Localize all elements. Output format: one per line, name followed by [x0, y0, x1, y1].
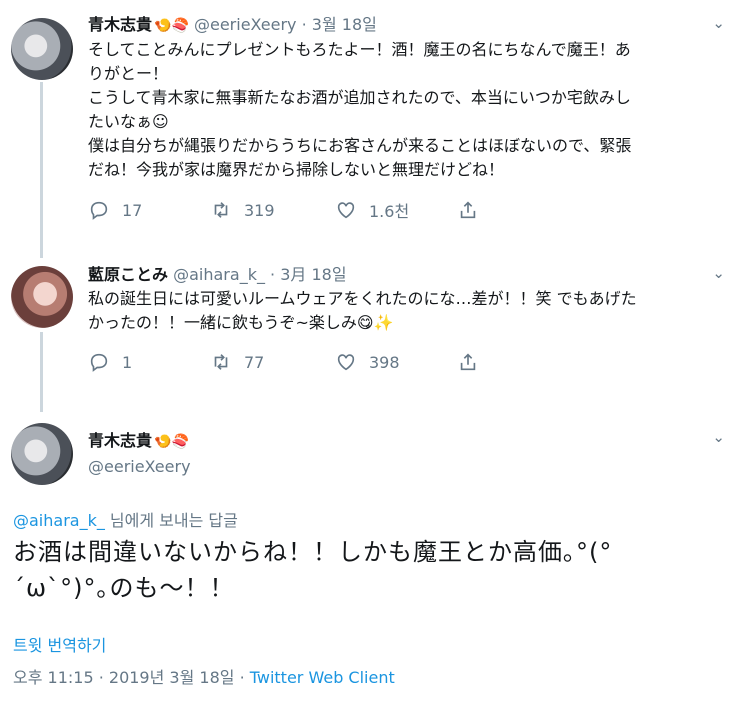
like-icon: [337, 354, 355, 371]
chevron-down-icon[interactable]: ⌄: [712, 14, 725, 32]
user-name-row: 青木志貴 🍤🍣: [88, 430, 189, 453]
translate-link[interactable]: 트윗 번역하기: [13, 632, 106, 656]
tweet: 藍原ことみ @aihara_k_ · 3月 18일 ⌄ 私の誕生日には可愛いルー…: [88, 264, 725, 373]
reply-suffix: 님에게 보내는 답글: [104, 511, 238, 530]
reply-context: @aihara_k_ 님에게 보내는 답글: [13, 507, 238, 531]
like-count: 398: [369, 352, 400, 372]
separator: ·: [301, 15, 307, 34]
like-icon: [337, 202, 355, 219]
name-emojis: 🍤🍣: [154, 434, 189, 450]
tweet-text: 私の誕生日には可愛いルームウェアをくれたのにな…差が！！笑 でもあげた かったの…: [88, 287, 725, 335]
reply-count: 1: [122, 352, 133, 372]
reply-count: 17: [122, 200, 143, 220]
chevron-down-icon[interactable]: ⌄: [712, 428, 725, 446]
user-handle[interactable]: @eerieXeery: [194, 15, 297, 34]
text-line: ´ω`°)°｡のも～！！: [13, 574, 235, 602]
reply-handle-link[interactable]: @aihara_k_: [13, 511, 105, 530]
tweet-text: お酒は間違いないからね！！しかも魔王とか高価｡°(° ´ω`°)°｡のも～！！: [13, 534, 738, 606]
tweet-date[interactable]: 3월 18일: [312, 15, 377, 34]
reply-button[interactable]: 1: [88, 351, 210, 373]
tweet-actions: 1 77 398: [88, 351, 725, 373]
tweet-meta: 오후 11:15 · 2019년 3월 18일 · Twitter Web Cl…: [13, 664, 395, 688]
chevron-down-icon[interactable]: ⌄: [712, 264, 725, 282]
text-line: お酒は間違いないからね！！しかも魔王とか高価｡°(°: [13, 538, 613, 566]
text-line: 僕は自分ちが縄張りだからうちにお客さんが来ることはほぼないので、緊張: [88, 136, 632, 155]
text-line: こうして青木家に無事新たなお酒が追加されたので、本当にいつか宅飲みし: [88, 88, 631, 107]
retweet-count: 77: [244, 352, 265, 372]
text-line: そしてことみんにプレゼントもろたよー！酒！魔王の名にちなんで魔王！あ: [88, 40, 631, 59]
tweet: 青木志貴 🍤🍣 @eerieXeery · 3월 18일 ⌄ そしてことみんにプレ…: [88, 14, 725, 222]
retweet-button[interactable]: 77: [210, 351, 335, 373]
tweet-date[interactable]: 3月 18일: [280, 265, 346, 284]
name-emojis: 🍤🍣: [154, 18, 189, 34]
tweet-actions: 17 319 1.6천: [88, 198, 725, 222]
tweet-header: 青木志貴 🍤🍣 @eerieXeery · 3월 18일: [88, 14, 725, 37]
user-handle[interactable]: @eerieXeery: [88, 457, 191, 476]
reply-icon: [90, 201, 108, 220]
user-name[interactable]: 青木志貴: [88, 15, 152, 34]
reply-button[interactable]: 17: [88, 199, 210, 221]
like-button[interactable]: 1.6천: [335, 198, 457, 222]
reply-icon: [90, 353, 108, 372]
thread-line: [40, 82, 43, 258]
like-button[interactable]: 398: [335, 351, 457, 373]
share-icon: [460, 201, 476, 219]
avatar[interactable]: [11, 266, 73, 328]
tweet-header: 藍原ことみ @aihara_k_ · 3月 18일: [88, 264, 725, 286]
retweet-icon: [214, 202, 228, 218]
share-button[interactable]: [457, 199, 479, 221]
text-line: 私の誕生日には可愛いルームウェアをくれたのにな…差が！！笑 でもあげた: [88, 289, 637, 308]
share-button[interactable]: [457, 351, 479, 373]
separator: ·: [270, 265, 276, 284]
text-line: だね！今我が家は魔界だから掃除しないと無理だけどね！: [88, 160, 505, 179]
retweet-icon: [214, 354, 228, 370]
user-name[interactable]: 藍原ことみ: [88, 265, 168, 284]
text-line: りがとー！: [88, 64, 169, 83]
retweet-count: 319: [244, 200, 275, 220]
text-line: かったの！！一緒に飲もうぞ~楽しみ😋✨: [88, 313, 394, 332]
retweet-button[interactable]: 319: [210, 199, 335, 221]
tweet-text: そしてことみんにプレゼントもろたよー！酒！魔王の名にちなんで魔王！あ りがとー！…: [88, 38, 725, 182]
client-link[interactable]: Twitter Web Client: [250, 668, 395, 687]
thread-line: [40, 332, 43, 412]
avatar[interactable]: [11, 18, 73, 80]
user-name[interactable]: 青木志貴: [88, 431, 152, 450]
share-icon: [460, 353, 476, 371]
like-count: 1.6천: [369, 202, 410, 221]
text-line: たいなぁ☺: [88, 112, 169, 131]
tweet-timestamp[interactable]: 오후 11:15 · 2019년 3월 18일 ·: [13, 668, 250, 687]
avatar[interactable]: [11, 423, 73, 485]
user-handle[interactable]: @aihara_k_: [173, 265, 265, 284]
